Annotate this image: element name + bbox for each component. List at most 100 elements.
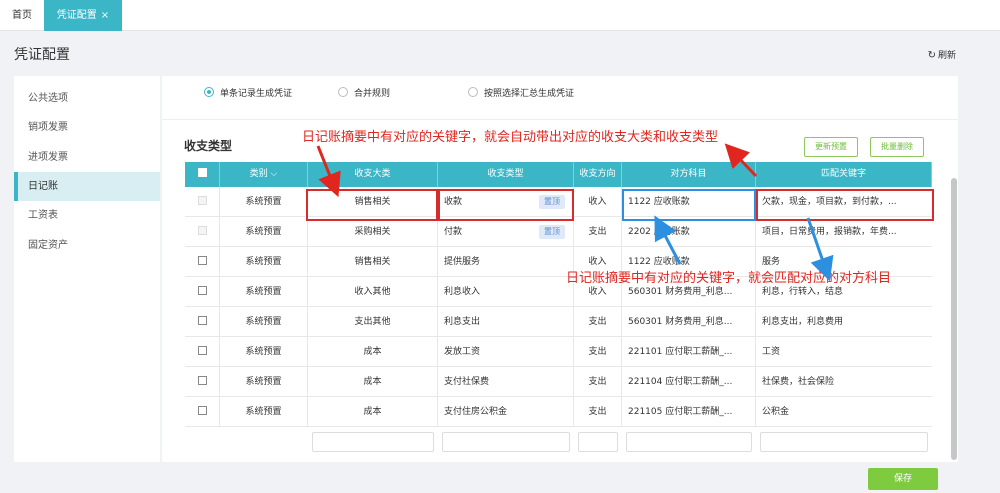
tab-home[interactable]: 首页 bbox=[0, 0, 44, 31]
table-row[interactable]: 系统预置 支出其他 利息支出 支出 560301 财务费用_利息... 利息支出，利息费用 bbox=[185, 307, 932, 337]
close-icon[interactable]: × bbox=[101, 10, 109, 21]
cell-keywords: 利息支出，利息费用 bbox=[762, 317, 844, 327]
column-category[interactable]: 类别 ⌵ bbox=[220, 162, 308, 187]
cell-direction: 支出 bbox=[574, 307, 622, 336]
sidebar-item-payroll[interactable]: 工资表 bbox=[14, 201, 160, 230]
cell-keywords: 公积金 bbox=[762, 407, 790, 417]
cell-account: 221104 应付职工薪酬_... bbox=[622, 367, 756, 396]
generation-mode-radios: 单条记录生成凭证 合并规则 按照选择汇总生成凭证 bbox=[162, 76, 958, 120]
vertical-scrollbar[interactable] bbox=[951, 178, 957, 460]
cell-keywords: 工资 bbox=[762, 347, 781, 357]
highlight-account bbox=[622, 189, 756, 221]
row-checkbox[interactable] bbox=[185, 367, 220, 396]
checkbox-icon bbox=[197, 406, 207, 415]
radio-single-record[interactable]: 单条记录生成凭证 bbox=[204, 87, 292, 101]
refresh-icon: ↻ bbox=[927, 50, 936, 61]
filter-account-input[interactable] bbox=[626, 432, 752, 452]
sidebar-item-journal[interactable]: 日记账 bbox=[14, 172, 160, 201]
sidebar-item-label: 工资表 bbox=[28, 210, 58, 221]
cell-type: 支付住房公积金 bbox=[438, 397, 574, 426]
checkbox-icon bbox=[197, 376, 207, 385]
column-major: 收支大类 bbox=[308, 162, 438, 187]
cell-major: 销售相关 bbox=[308, 247, 438, 276]
cell-type-label: 发放工资 bbox=[444, 347, 481, 357]
checkbox-icon bbox=[197, 226, 207, 235]
chevron-down-icon: ⌵ bbox=[270, 169, 278, 179]
checkbox-icon bbox=[197, 286, 207, 295]
cell-direction: 支出 bbox=[574, 397, 622, 426]
row-checkbox[interactable] bbox=[185, 277, 220, 306]
radio-merge-rule[interactable]: 合并规则 bbox=[338, 87, 390, 101]
checkbox-icon bbox=[197, 196, 207, 205]
cell-major: 支出其他 bbox=[308, 307, 438, 336]
radio-selected-icon bbox=[204, 87, 214, 97]
table-row[interactable]: 系统预置 成本 发放工资 支出 221101 应付职工薪酬_... 工资 bbox=[185, 337, 932, 367]
row-checkbox[interactable] bbox=[185, 397, 220, 426]
cell-category: 系统预置 bbox=[220, 397, 308, 426]
table-row[interactable]: 系统预置 采购相关 付款 置顶 支出 2202 应付账款 项目，日常费用，报销款，年费... bbox=[185, 217, 932, 247]
radio-label: 按照选择汇总生成凭证 bbox=[484, 89, 575, 99]
cell-category: 系统预置 bbox=[220, 367, 308, 396]
sidebar-item-label: 公共选项 bbox=[28, 93, 68, 104]
highlight-keywords bbox=[756, 189, 934, 221]
cell-type-label: 利息支出 bbox=[444, 317, 481, 327]
radio-icon bbox=[338, 87, 348, 97]
top-tab-bar: 首页 凭证配置 × bbox=[0, 0, 1000, 31]
row-checkbox[interactable] bbox=[185, 247, 220, 276]
update-preset-button[interactable]: 更新预置 bbox=[804, 137, 858, 157]
cell-major: 成本 bbox=[308, 397, 438, 426]
table-header: 类别 ⌵ 收支大类 收支类型 收支方向 对方科目 匹配关键字 bbox=[185, 162, 932, 187]
cell-type-label: 付款 bbox=[444, 227, 463, 237]
filter-keywords-input[interactable] bbox=[760, 432, 928, 452]
cell-direction: 支出 bbox=[574, 367, 622, 396]
cell-category: 系统预置 bbox=[220, 337, 308, 366]
filter-type-input[interactable] bbox=[442, 432, 570, 452]
cell-major: 成本 bbox=[308, 337, 438, 366]
sidebar-item-label: 进项发票 bbox=[28, 152, 68, 163]
tab-voucher-config-label: 凭证配置 bbox=[56, 10, 97, 21]
cell-direction: 收入 bbox=[574, 187, 622, 216]
sidebar-item-purchase-invoice[interactable]: 进项发票 bbox=[14, 143, 160, 172]
batch-delete-button[interactable]: 批量删除 bbox=[870, 137, 924, 157]
radio-summary[interactable]: 按照选择汇总生成凭证 bbox=[468, 87, 574, 101]
radio-icon bbox=[468, 87, 478, 97]
table-row[interactable]: 系统预置 成本 支付住房公积金 支出 221105 应付职工薪酬_... 公积金 bbox=[185, 397, 932, 427]
checkbox-icon bbox=[197, 346, 207, 355]
row-checkbox[interactable] bbox=[185, 187, 220, 216]
sidebar-item-sales-invoice[interactable]: 销项发票 bbox=[14, 113, 160, 142]
table-row[interactable]: 系统预置 成本 支付社保费 支出 221104 应付职工薪酬_... 社保费，社会保险 bbox=[185, 367, 932, 397]
cell-account: 221101 应付职工薪酬_... bbox=[622, 337, 756, 366]
column-label: 类别 bbox=[249, 169, 268, 179]
cell-type: 提供服务 bbox=[438, 247, 574, 276]
sidebar-item-fixed-assets[interactable]: 固定资产 bbox=[14, 231, 160, 260]
row-checkbox[interactable] bbox=[185, 217, 220, 246]
cell-account: 560301 财务费用_利息... bbox=[622, 307, 756, 336]
cell-major: 成本 bbox=[308, 367, 438, 396]
pin-top-tag[interactable]: 置顶 bbox=[539, 225, 565, 239]
filter-row bbox=[185, 427, 932, 459]
select-all-checkbox[interactable] bbox=[185, 162, 220, 187]
filter-major-input[interactable] bbox=[312, 432, 434, 452]
filter-direction-input[interactable] bbox=[578, 432, 618, 452]
sidebar-item-common[interactable]: 公共选项 bbox=[14, 84, 160, 113]
sidebar: 公共选项 销项发票 进项发票 日记账 工资表 固定资产 bbox=[14, 76, 160, 462]
cell-type-label: 提供服务 bbox=[444, 257, 481, 267]
cell-category: 系统预置 bbox=[220, 187, 308, 216]
section-title: 收支类型 bbox=[184, 139, 233, 153]
cell-keywords: 项目，日常费用，报销款，年费... bbox=[762, 227, 897, 237]
checkbox-icon bbox=[197, 256, 207, 265]
row-checkbox[interactable] bbox=[185, 307, 220, 336]
cell-keywords: 社保费，社会保险 bbox=[762, 377, 835, 387]
row-checkbox[interactable] bbox=[185, 337, 220, 366]
column-direction: 收支方向 bbox=[574, 162, 622, 187]
refresh-button[interactable]: ↻ 刷新 bbox=[928, 48, 956, 61]
tab-voucher-config[interactable]: 凭证配置 × bbox=[44, 0, 122, 31]
save-button[interactable]: 保存 bbox=[868, 468, 938, 490]
refresh-label: 刷新 bbox=[937, 51, 956, 61]
cell-type-label: 支付住房公积金 bbox=[444, 407, 508, 417]
column-type: 收支类型 bbox=[438, 162, 574, 187]
checkbox-icon bbox=[197, 316, 207, 325]
column-keywords: 匹配关键字 bbox=[756, 162, 932, 187]
cell-category: 系统预置 bbox=[220, 307, 308, 336]
cell-category: 系统预置 bbox=[220, 277, 308, 306]
